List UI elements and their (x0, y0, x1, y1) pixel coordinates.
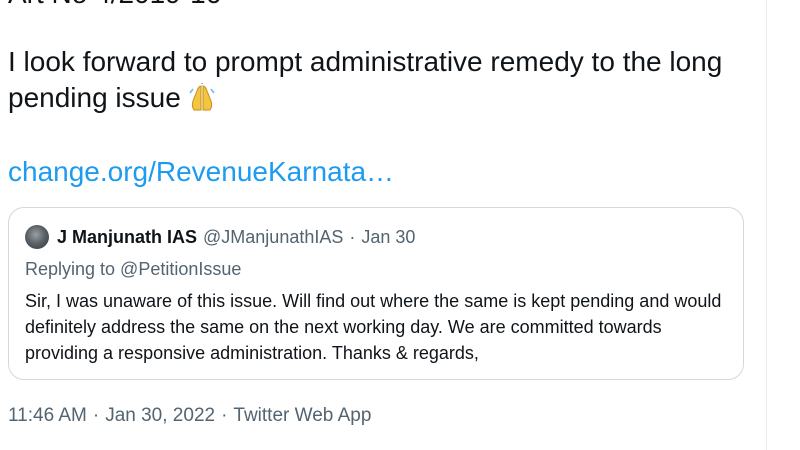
tweet-text: I look forward to prompt administrative … (8, 44, 748, 122)
replying-to: Replying to @PetitionIssue (25, 259, 242, 279)
change-org-link[interactable]: change.org/RevenueKarnata… (8, 156, 394, 188)
tweet-body: I look forward to prompt administrative … (8, 46, 723, 113)
tweet-time[interactable]: 11:46 AM (8, 405, 87, 426)
folded-hands-icon (187, 83, 217, 122)
tweet-date[interactable]: Jan 30, 2022 (105, 405, 215, 426)
column-divider (766, 0, 767, 450)
quoted-tweet-body: Sir, I was unaware of this issue. Will f… (25, 291, 722, 363)
quoted-tweet-date[interactable]: Jan 30 (361, 227, 415, 248)
tweet-meta: 11:46 AM · Jan 30, 2022 · Twitter Web App (8, 405, 377, 427)
separator-dot: · (349, 226, 356, 247)
tweet-source: Twitter Web App (233, 405, 372, 426)
quoted-tweet-header: J Manjunath IAS @JManjunathIAS · Jan 30 (25, 225, 415, 249)
quoted-tweet[interactable]: J Manjunath IAS @JManjunathIAS · Jan 30 … (8, 207, 744, 380)
author-handle[interactable]: @JManjunathIAS (203, 227, 343, 248)
separator-dot: · (92, 405, 100, 426)
avatar[interactable] (25, 225, 49, 249)
author-name[interactable]: J Manjunath IAS (57, 227, 197, 248)
separator-dot: · (221, 405, 228, 426)
cutoff-text: Art No 4/2019-16 (8, 0, 221, 10)
